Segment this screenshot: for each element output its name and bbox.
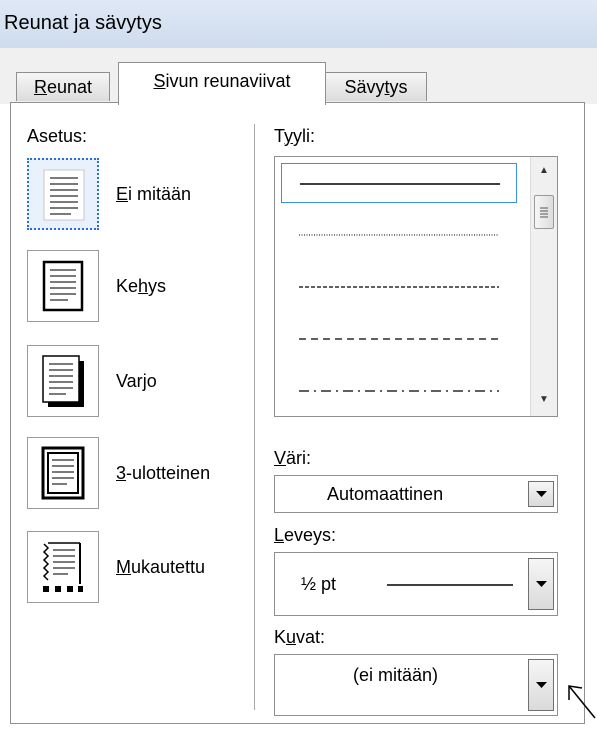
style-option-dash-dot[interactable] bbox=[281, 371, 517, 411]
art-combobox[interactable]: (ei mitään) bbox=[274, 654, 558, 716]
page-custom-border-icon bbox=[42, 542, 83, 592]
setting-shadow-label: Varjo bbox=[116, 371, 157, 391]
tab-savytys[interactable]: Sävytys bbox=[325, 72, 427, 101]
chevron-down-icon bbox=[536, 581, 547, 587]
color-value: Automaattinen bbox=[327, 484, 444, 504]
page-shadow-border-icon bbox=[42, 355, 84, 407]
scroll-thumb[interactable] bbox=[534, 195, 554, 229]
scroll-up-icon[interactable]: ▲ bbox=[531, 161, 557, 181]
setting-box-label: Kehys bbox=[116, 276, 167, 296]
tab-sivun-reunaviivat[interactable]: Sivun reunaviivat bbox=[118, 62, 326, 105]
style-option-dotted[interactable] bbox=[281, 215, 517, 255]
style-option-dashed-small[interactable] bbox=[281, 267, 517, 307]
dialog-title: Reunat ja sävytys bbox=[4, 12, 162, 34]
setting-shadow-button[interactable] bbox=[27, 345, 99, 417]
grip-icon bbox=[540, 207, 548, 218]
setting-3d-label: 3-ulotteinen bbox=[116, 463, 211, 483]
width-value: ½ pt bbox=[301, 574, 337, 594]
setting-item-none[interactable]: Ei mitään bbox=[27, 158, 257, 234]
color-label: Väri: bbox=[274, 448, 312, 468]
setting-item-3d[interactable]: 3-ulotteinen bbox=[27, 437, 257, 513]
page-no-border-icon bbox=[43, 169, 85, 221]
tab-reunat[interactable]: Reunat bbox=[16, 72, 110, 101]
title-bar: Reunat ja sävytys bbox=[0, 0, 597, 48]
line-dashed-small bbox=[299, 286, 499, 288]
line-dotted bbox=[299, 234, 499, 236]
chevron-down-icon bbox=[536, 491, 547, 497]
style-scrollbar[interactable]: ▲ ▼ bbox=[530, 157, 557, 416]
art-dropdown-button[interactable] bbox=[528, 659, 554, 711]
color-combobox[interactable]: Automaattinen bbox=[274, 475, 558, 513]
width-label: Leveys: bbox=[274, 525, 337, 545]
width-combobox[interactable]: ½ pt bbox=[274, 552, 558, 616]
tab-strip: Reunat Sivun reunaviivat Sävytys bbox=[0, 48, 597, 105]
setting-item-custom[interactable]: Mukautettu bbox=[27, 531, 257, 607]
width-dropdown-button[interactable] bbox=[528, 558, 554, 610]
setting-item-box[interactable]: Kehys bbox=[27, 250, 257, 326]
setting-none-label: Ei mitään bbox=[116, 184, 192, 204]
style-option-dashed[interactable] bbox=[281, 319, 517, 359]
setting-custom-label: Mukautettu bbox=[116, 557, 206, 577]
chevron-down-icon bbox=[536, 682, 547, 688]
setting-3d-button[interactable] bbox=[27, 437, 99, 509]
style-option-solid[interactable] bbox=[281, 163, 517, 203]
setting-box-button[interactable] bbox=[27, 250, 99, 322]
setting-heading: Asetus: bbox=[27, 126, 88, 146]
art-label: Kuvat: bbox=[274, 627, 326, 647]
style-listbox[interactable]: ▲ ▼ bbox=[274, 156, 558, 417]
pointer-arrow-icon bbox=[568, 685, 596, 719]
line-dash-dot bbox=[299, 390, 499, 392]
line-solid bbox=[300, 183, 500, 185]
setting-item-shadow[interactable]: Varjo bbox=[27, 345, 257, 421]
art-value: (ei mitään) bbox=[353, 665, 439, 685]
scroll-down-icon[interactable]: ▼ bbox=[531, 390, 557, 410]
width-line-preview bbox=[387, 584, 513, 586]
setting-none-button[interactable] bbox=[27, 158, 99, 230]
line-dashed bbox=[299, 338, 499, 340]
page-box-border-icon bbox=[42, 260, 84, 312]
style-label: Tyyli: bbox=[274, 126, 316, 146]
setting-custom-button[interactable] bbox=[27, 531, 99, 603]
page-3d-border-icon bbox=[41, 446, 85, 500]
color-dropdown-button[interactable] bbox=[528, 481, 554, 507]
